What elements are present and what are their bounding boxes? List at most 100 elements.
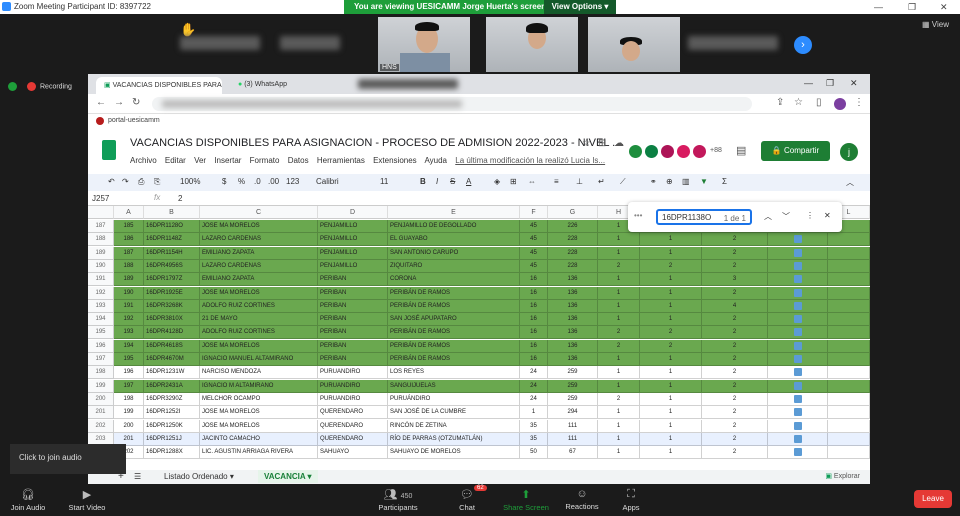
comment-icon[interactable]: ⊕ <box>666 177 673 186</box>
column-header-g[interactable]: G <box>548 206 598 219</box>
cell[interactable]: PENJAMILLO DE DEGOLLADO <box>388 220 520 233</box>
share-icon[interactable]: ⇪ <box>776 97 784 108</box>
cell[interactable]: 1 <box>640 246 702 260</box>
cell[interactable]: 1 <box>640 419 702 433</box>
cell[interactable]: 186 <box>114 233 144 247</box>
cell[interactable]: 16DPR4618S <box>144 339 200 353</box>
cell[interactable]: PURUÁNDIRO <box>388 392 520 406</box>
cell[interactable]: PERIBÁN DE RAMOS <box>388 353 520 366</box>
sheet-tab-listado[interactable]: Listado Ordenado ▾ <box>164 472 234 481</box>
cell[interactable]: 1 <box>598 379 640 393</box>
cell[interactable]: 2 <box>598 392 640 406</box>
checkbox-icon[interactable] <box>793 381 802 390</box>
share-screen-button[interactable]: ⬆ Share Screen <box>500 488 552 512</box>
cell[interactable]: 16DPR3810X <box>144 313 200 327</box>
cell[interactable]: 45 <box>520 220 548 233</box>
bold-icon[interactable]: B <box>420 177 426 186</box>
cell[interactable]: 2 <box>702 446 768 460</box>
cell[interactable]: 136 <box>548 273 598 287</box>
cell[interactable] <box>828 286 870 300</box>
cell[interactable]: 2 <box>702 419 768 433</box>
text-color-icon[interactable]: A <box>466 177 471 186</box>
wrap-icon[interactable]: ↵ <box>598 177 605 186</box>
checkbox-cell[interactable] <box>768 379 828 393</box>
cell[interactable]: 16DPR1288X <box>144 446 200 460</box>
find-input[interactable]: 16DPR1138O 1 de 1 <box>656 209 752 225</box>
cell[interactable]: 2 <box>702 313 768 327</box>
menu-insertar[interactable]: Insertar <box>214 156 241 165</box>
checkbox-icon[interactable] <box>793 355 802 363</box>
cell[interactable]: 185 <box>114 220 144 233</box>
undo-icon[interactable]: ↶ <box>108 177 115 186</box>
participants-button[interactable]: 👥︎ 450 Participants <box>370 488 426 512</box>
table-row[interactable]: 203 201 16DPR1251J JACINTO CAMACHO QUERENDAR… <box>88 432 870 446</box>
tab-whatsapp[interactable]: ● (3) WhatsApp <box>230 77 350 94</box>
cell[interactable]: 1 <box>598 286 640 300</box>
checkbox-cell[interactable] <box>768 446 828 460</box>
cell[interactable]: 45 <box>520 259 548 273</box>
cell[interactable]: 2 <box>702 406 768 420</box>
cell[interactable] <box>828 273 870 287</box>
table-row[interactable]: 195 193 16DPR4128D ADOLFO RUIZ CORTINES PERI… <box>88 326 870 340</box>
join-audio-button[interactable]: 🎧︎ Join Audio <box>8 488 48 512</box>
cell[interactable]: 1 <box>598 406 640 420</box>
cell[interactable]: LAZARO CARDENAS <box>200 259 318 273</box>
cell[interactable]: PERIBÁN DE RAMOS <box>388 286 520 300</box>
cell[interactable]: PURUANDIRO <box>318 392 388 406</box>
cell[interactable]: 228 <box>548 259 598 273</box>
menu-extensiones[interactable]: Extensiones <box>373 156 417 165</box>
row-number[interactable]: 188 <box>88 233 114 247</box>
cell[interactable]: 45 <box>520 233 548 247</box>
cell[interactable] <box>828 366 870 380</box>
row-number[interactable]: 189 <box>88 246 114 260</box>
row-number[interactable]: 202 <box>88 419 114 433</box>
cell[interactable]: 16 <box>520 299 548 313</box>
print-icon[interactable]: ⎙ <box>138 177 144 187</box>
cell[interactable]: 45 <box>520 246 548 260</box>
column-header-b[interactable]: B <box>144 206 200 219</box>
checkbox-cell[interactable] <box>768 326 828 340</box>
cell[interactable] <box>828 353 870 366</box>
checkbox-icon[interactable] <box>793 248 802 257</box>
percent-button[interactable]: % <box>238 177 245 186</box>
number-format-button[interactable]: 123 <box>286 177 299 186</box>
checkbox-cell[interactable] <box>768 286 828 300</box>
cell[interactable]: 1 <box>598 353 640 366</box>
cell[interactable]: 136 <box>548 326 598 340</box>
row-number[interactable]: 198 <box>88 366 114 380</box>
cell[interactable]: 21 DE MAYO <box>200 313 318 327</box>
cell[interactable] <box>828 392 870 406</box>
cell[interactable] <box>828 379 870 393</box>
cell[interactable]: EMILIANO ZAPATA <box>200 246 318 260</box>
cell-reference[interactable]: J257 <box>92 194 109 203</box>
row-number[interactable]: 192 <box>88 286 114 300</box>
cell[interactable]: ADOLFO RUIZ CORTINES <box>200 299 318 313</box>
options-icon[interactable]: ⋮ <box>806 211 814 220</box>
collaborator-avatar[interactable] <box>644 144 659 159</box>
cell[interactable]: 294 <box>548 406 598 420</box>
chart-icon[interactable]: ▥ <box>682 177 690 186</box>
cell[interactable]: 1 <box>640 446 702 460</box>
cell[interactable]: 1 <box>598 273 640 287</box>
cell[interactable]: 1 <box>640 366 702 380</box>
cell[interactable]: CORONA <box>388 273 520 287</box>
cell[interactable]: 16DPR3268K <box>144 299 200 313</box>
cell[interactable]: 1 <box>598 246 640 260</box>
cell[interactable]: SAHUAYO DE MORELOS <box>388 446 520 460</box>
cell[interactable]: SANGUIJUELAS <box>388 379 520 393</box>
filter-icon[interactable]: ▼ <box>700 177 708 186</box>
table-row[interactable]: 197 195 16DPR4670M IGNACIO MANUEL ALTAMIRAN… <box>88 353 870 366</box>
collaborator-avatar[interactable] <box>660 144 675 159</box>
cell[interactable]: 1 <box>598 446 640 460</box>
cell[interactable]: 200 <box>114 419 144 433</box>
cell[interactable]: 2 <box>702 286 768 300</box>
cell[interactable]: 16DPR1797Z <box>144 273 200 287</box>
cell[interactable]: 226 <box>548 220 598 233</box>
cell[interactable]: 199 <box>114 406 144 420</box>
row-number[interactable]: 190 <box>88 259 114 273</box>
participant-video-3[interactable] <box>588 17 680 72</box>
collaborator-avatar[interactable] <box>692 144 707 159</box>
row-number[interactable]: 191 <box>88 273 114 287</box>
checkbox-cell[interactable] <box>768 339 828 353</box>
cell[interactable]: PENJAMILLO <box>318 246 388 260</box>
